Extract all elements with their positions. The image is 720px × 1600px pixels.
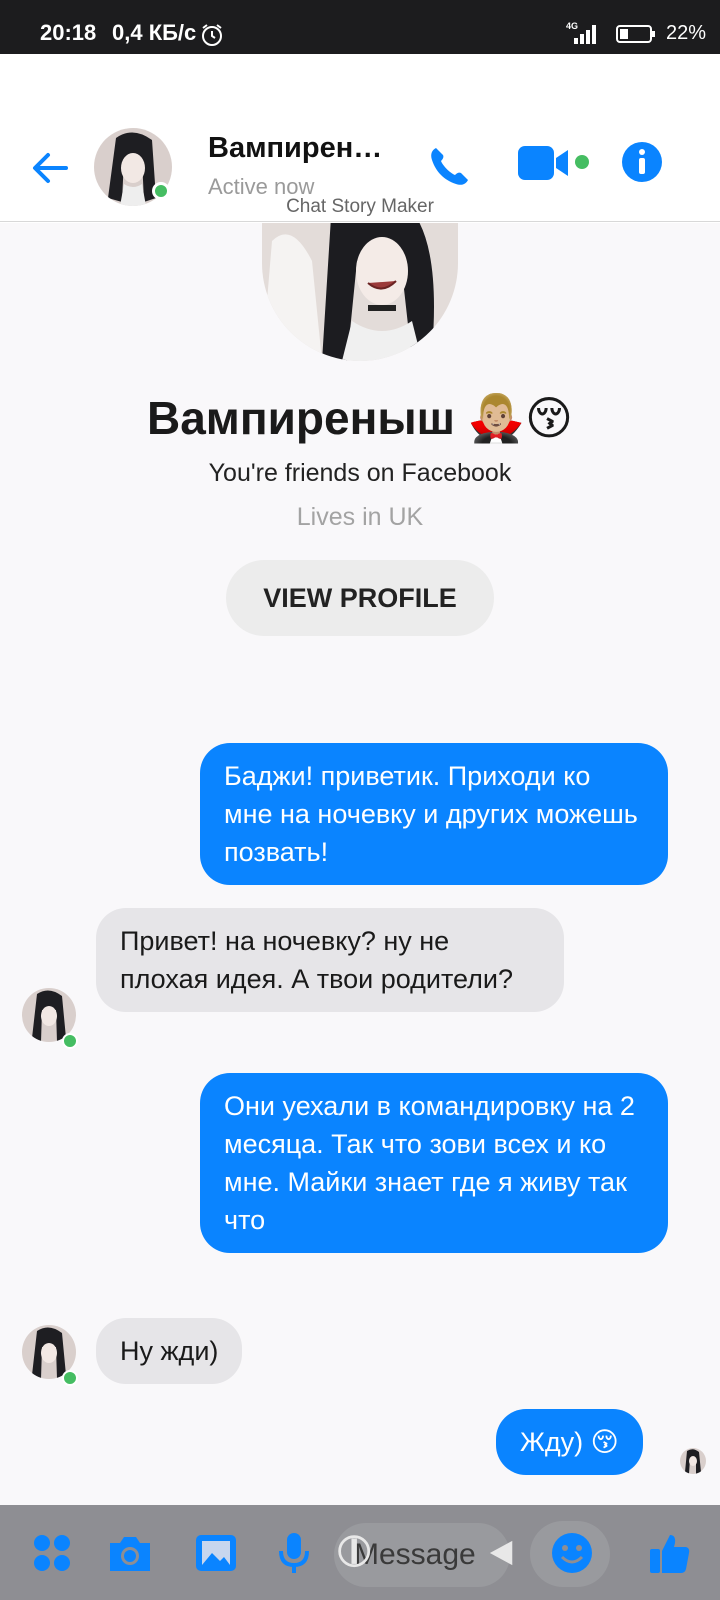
profile-picture[interactable] [262, 223, 458, 361]
camera-icon[interactable] [106, 1531, 154, 1575]
battery-icon [616, 25, 655, 43]
gallery-icon[interactable] [194, 1531, 238, 1575]
send-arrow-icon[interactable] [488, 1539, 516, 1567]
alarm-icon [202, 24, 222, 46]
microphone-icon[interactable] [272, 1531, 316, 1575]
watermark: Chat Story Maker [286, 196, 434, 217]
chat-header: Вампиреныш… Active now Chat Story Maker [0, 54, 720, 222]
status-time: 20:18 [40, 20, 97, 45]
status-bar: 20:18 0,4 КБ/с 4G 22% [0, 0, 720, 54]
network-type: 4G [566, 21, 578, 31]
location: Lives in UK [296, 503, 424, 531]
friends-status: You're friends on Facebook [208, 459, 512, 487]
online-indicator [62, 1033, 78, 1049]
back-arrow-icon[interactable] [28, 146, 72, 190]
network-speed: 0,4 КБ/с [112, 20, 197, 45]
view-profile-button[interactable]: VIEW PROFILE [226, 560, 494, 636]
composer-bar [0, 1505, 720, 1600]
cursor-icon [338, 1535, 371, 1568]
battery-percent: 22% [666, 22, 707, 44]
seen-indicator-avatar [680, 1448, 706, 1474]
message-outgoing[interactable]: Жду) 😚 [496, 1409, 643, 1475]
message-incoming[interactable]: Ну жди) [96, 1318, 243, 1384]
apps-grid-icon[interactable] [30, 1531, 74, 1575]
emoji-icon[interactable] [550, 1531, 594, 1575]
message-outgoing[interactable]: Баджи! приветик. Приходи ко мне на ночев… [200, 743, 668, 885]
online-indicator [62, 1370, 78, 1386]
thumbs-up-icon[interactable] [648, 1531, 692, 1575]
video-camera-icon[interactable] [518, 142, 592, 186]
signal-icon: 4G [566, 21, 596, 44]
contact-name[interactable]: Вампиреныш… [208, 132, 398, 165]
message-outgoing[interactable]: Они уехали в командировку на 2 месяца. Т… [200, 1073, 668, 1253]
profile-name: Вампиреныш 🧛🏼‍♂️😚 [147, 392, 573, 444]
info-icon[interactable] [620, 140, 664, 184]
message-incoming[interactable]: Привет! на ночевку? ну не плохая идея. А… [96, 908, 564, 1012]
phone-icon[interactable] [426, 142, 474, 190]
chat-area[interactable]: Вампиреныш 🧛🏼‍♂️😚 You're friends on Face… [0, 223, 720, 1505]
